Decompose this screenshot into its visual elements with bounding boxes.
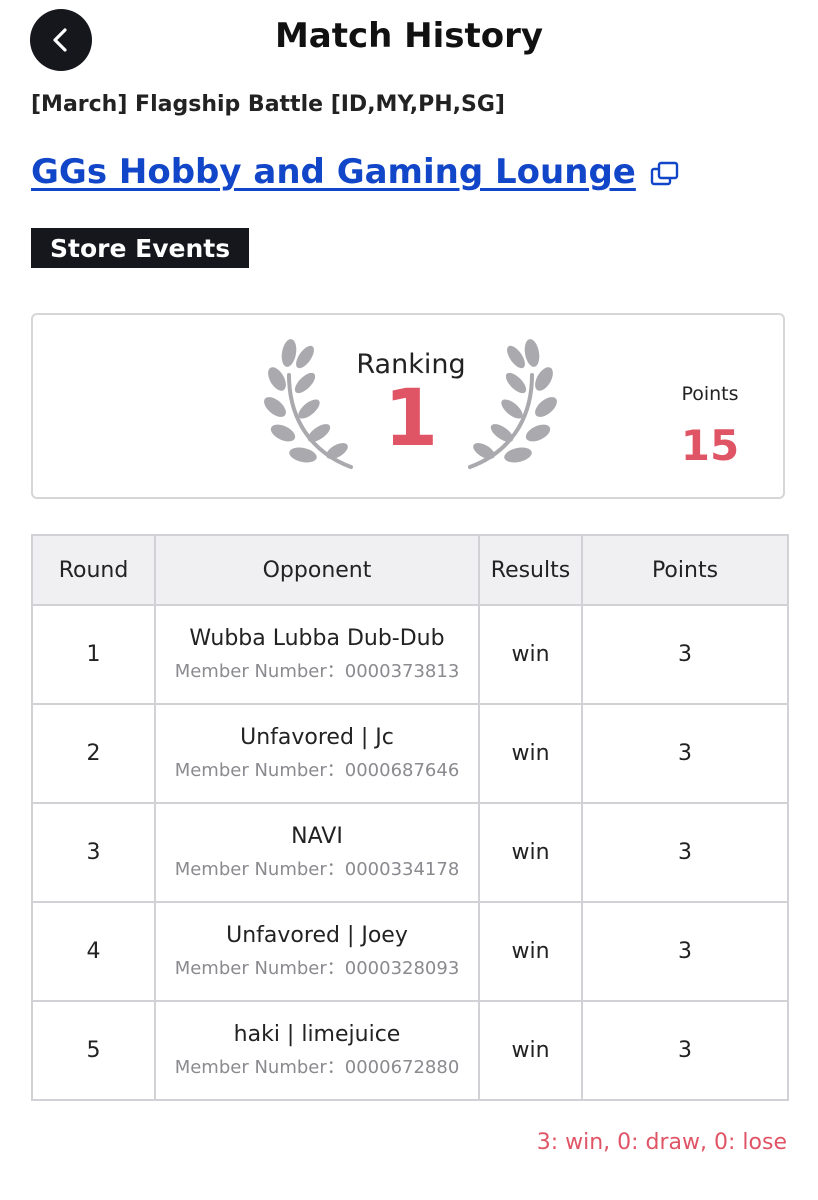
round-cell: 4 [31,901,156,1002]
points-legend: 3: win, 0: draw, 0: lose [536,1130,787,1155]
opponent-cell: NAVI Member Number：0000334178 [154,802,480,903]
round-cell: 1 [31,604,156,705]
table-header-row: Round Opponent Results Points [31,534,789,606]
store-link[interactable]: GGs Hobby and Gaming Lounge [31,152,636,192]
opponent-name: haki | limejuice [233,1022,401,1047]
column-header-points: Points [581,534,789,606]
member-number: Member Number：0000373813 [174,661,460,682]
member-number: Member Number：0000334178 [174,859,460,880]
round-cell: 5 [31,1000,156,1101]
result-cell: win [478,604,583,705]
store-events-badge: Store Events [31,228,250,268]
points-value: 15 [680,421,740,470]
store-link-group: GGs Hobby and Gaming Lounge [31,152,680,192]
member-number: Member Number：0000687646 [174,760,460,781]
round-cell: 3 [31,802,156,903]
opponent-name: Unfavored | Joey [226,923,408,948]
opponent-cell: Unfavored | Joey Member Number：000032809… [154,901,480,1002]
table-row: 5 haki | limejuice Member Number：0000672… [31,1000,789,1101]
column-header-round: Round [31,534,156,606]
points-cell: 3 [581,604,789,705]
points-cell: 3 [581,901,789,1002]
opponent-name: Unfavored | Jc [240,725,394,750]
table-row: 2 Unfavored | Jc Member Number：000068764… [31,703,789,804]
points-label: Points [681,383,739,405]
table-row: 1 Wubba Lubba Dub-Dub Member Number：0000… [31,604,789,705]
opponent-name: Wubba Lubba Dub-Dub [189,626,445,651]
round-cell: 2 [31,703,156,804]
table-row: 4 Unfavored | Joey Member Number：0000328… [31,901,789,1002]
opponent-cell: Wubba Lubba Dub-Dub Member Number：000037… [154,604,480,705]
page-title: Match History [274,16,544,56]
result-cell: win [478,901,583,1002]
result-cell: win [478,802,583,903]
opponent-name: NAVI [291,824,343,849]
column-header-results: Results [478,534,583,606]
opponent-cell: Unfavored | Jc Member Number：0000687646 [154,703,480,804]
points-cell: 3 [581,703,789,804]
points-cell: 3 [581,1000,789,1101]
match-history-table: Round Opponent Results Points 1 Wubba Lu… [31,534,789,1101]
external-window-icon[interactable] [650,161,680,187]
column-header-opponent: Opponent [154,534,480,606]
member-number: Member Number：0000328093 [174,958,460,979]
result-cell: win [478,1000,583,1101]
event-name: [March] Flagship Battle [ID,MY,PH,SG] [31,92,505,117]
member-number: Member Number：0000672880 [174,1057,460,1078]
points-cell: 3 [581,802,789,903]
opponent-cell: haki | limejuice Member Number：000067288… [154,1000,480,1101]
result-cell: win [478,703,583,804]
ranking-card: Ranking 1 Points 15 [31,313,785,499]
table-row: 3 NAVI Member Number：0000334178 win 3 [31,802,789,903]
ranking-value: 1 [383,374,439,464]
